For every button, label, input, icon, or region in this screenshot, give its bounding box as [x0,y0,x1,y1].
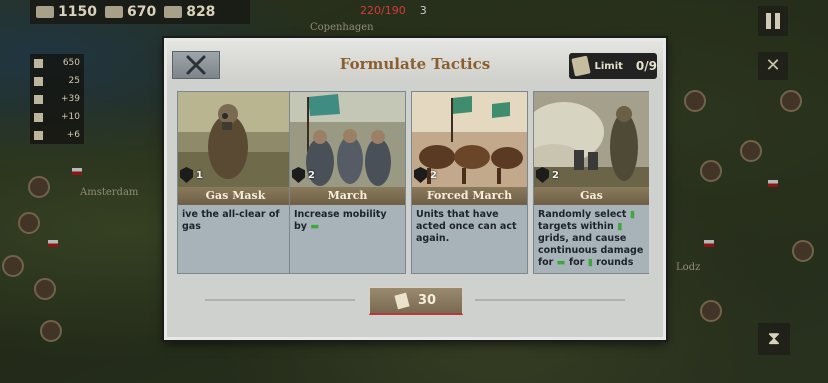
card-level: 2 [292,166,322,184]
stat-value: +6 [66,130,80,140]
resource-value: 1150 [58,4,97,20]
card-name: March [290,187,405,205]
unit-token[interactable] [700,160,722,182]
stat-row: 25 [30,72,84,90]
pause-button[interactable] [758,6,788,36]
unit-token[interactable] [792,240,814,262]
unit-token[interactable] [740,140,762,162]
stat-row: +6 [30,126,84,144]
cost-value: 30 [417,293,437,308]
card-description: ive the all-clear of gas [182,209,280,232]
stat-value: 25 [68,76,80,86]
city-label: Lodz [676,262,701,273]
unit-token[interactable] [34,278,56,300]
tactic-card-gas-mask[interactable]: 1 Gas Mask ive the all-clear of gas [177,91,294,274]
card-description: Increase mobility by ▬ [294,209,387,232]
dialog-header: Formulate Tactics Limit 0/9 [167,41,663,83]
stat-icon [34,130,43,140]
highlight-value: ▮ [617,221,623,232]
resource-medal: 828 [164,4,215,20]
footer-divider [475,299,625,301]
card-level: 2 [536,166,566,184]
tactic-card-list[interactable]: 1 Gas Mask ive the all-clear of gas 2 Ma… [177,91,649,274]
card-name: Gas [534,187,649,205]
unit-token[interactable] [28,176,50,198]
flag-icon [48,240,58,247]
flag-icon [704,240,714,247]
hourglass-icon: ⧗ [767,328,781,349]
highlight-value: ▬ [556,257,566,268]
top-status: 220/190 3 [360,0,427,20]
flag-icon [768,180,778,187]
pause-icon [766,13,771,29]
stat-row: 650 [30,54,84,72]
stat-row: +39 [30,90,84,108]
medal-icon [164,6,183,18]
unit-token[interactable] [780,90,802,112]
stat-value: +39 [61,94,80,104]
limit-value: 0/9 [635,59,657,73]
card-level: 2 [414,166,444,184]
unit-token[interactable] [684,90,706,112]
level-number: 2 [308,169,315,181]
city-label: Amsterdam [80,187,139,198]
confirm-cost-button[interactable]: 30 [369,287,463,315]
pause-icon-bar [775,13,780,29]
card-name: Gas Mask [178,187,293,205]
stat-icon [34,112,43,122]
tactic-card-gas[interactable]: 2 Gas Randomly select ▮ targets within ▮… [533,91,649,274]
gold-icon [36,6,54,18]
level-shield-icon [292,167,305,183]
stat-icon [34,94,43,104]
crossed-swords-icon: ✕ [765,55,781,76]
tactic-card-forced-march[interactable]: 2 Forced March Units that have acted onc… [411,91,528,274]
level-shield-icon [414,167,427,183]
highlight-value: ▮ [629,209,635,220]
flag-icon [72,168,82,175]
unit-token[interactable] [18,212,40,234]
city-label: Copenhagen [310,22,374,33]
tactic-card-march[interactable]: 2 March Increase mobility by ▬ [289,91,406,274]
level-shield-icon [180,167,193,183]
resource-value: 828 [186,4,216,20]
level-number: 1 [196,169,203,181]
crossed-swords-button[interactable]: ✕ [758,52,788,80]
industry-icon [104,6,123,18]
tactic-card-icon [571,55,592,77]
resource-gold: 1150 [36,4,97,20]
resource-industry: 670 [104,4,157,20]
manpower-value: 220/190 [360,3,406,17]
level-shield-icon [536,167,549,183]
tactic-card-icon [394,292,410,309]
card-name: Forced March [412,187,527,205]
resource-value: 670 [126,4,157,20]
count-value: 3 [419,3,427,17]
level-number: 2 [552,169,559,181]
stats-panel: 650 25 +39 +10 +6 [30,54,84,144]
level-number: 2 [430,169,437,181]
stat-row: +10 [30,108,84,126]
card-description: Units that have acted once can act again… [416,209,517,244]
unit-token[interactable] [700,300,722,322]
limit-label: Limit [594,60,623,72]
unit-token[interactable] [2,255,24,277]
footer-divider [205,299,355,301]
highlight-value: ▬ [310,221,320,232]
stat-value: +10 [61,112,80,122]
limit-badge: Limit 0/9 [569,53,657,79]
end-turn-button[interactable]: ⧗ [758,323,790,355]
stat-icon [34,58,43,68]
unit-token[interactable] [40,320,62,342]
stat-icon [34,76,43,86]
stat-value: 650 [62,58,80,68]
card-description: Randomly select ▮ targets within ▮ grids… [538,209,644,268]
resource-bar: 1150 670 828 [30,0,250,24]
formulate-tactics-dialog: Formulate Tactics Limit 0/9 1 Gas Mask i… [164,38,666,340]
card-level: 1 [180,166,210,184]
